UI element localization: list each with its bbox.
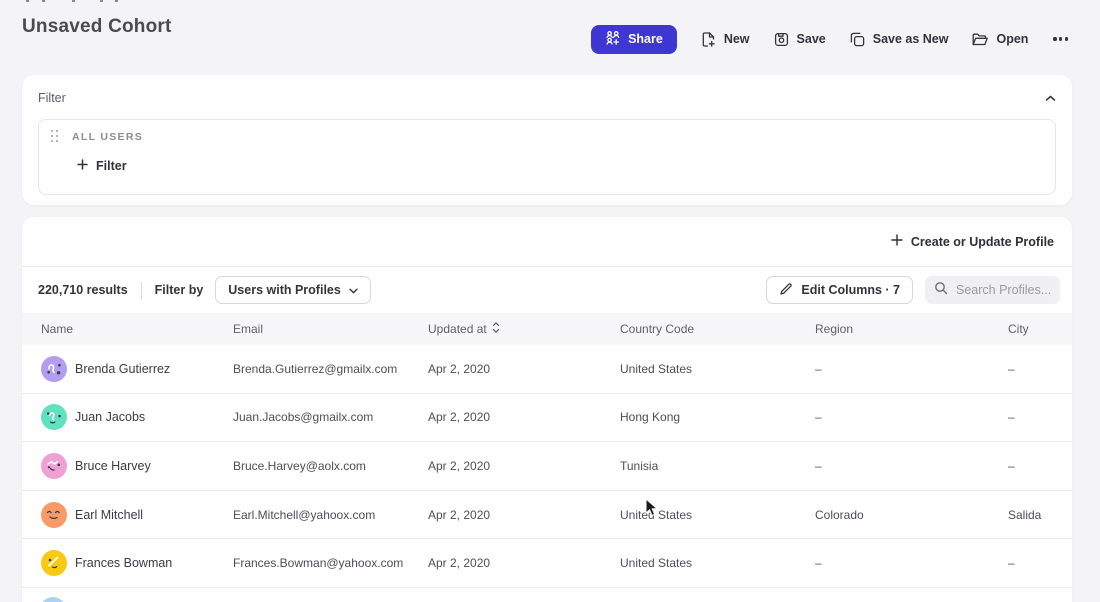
profile-city: – [1008,410,1072,424]
plus-icon [77,159,88,173]
profile-region: – [815,362,1008,376]
profiles-panel: Create or Update Profile 220,710 results… [22,217,1072,602]
profile-name: Brenda Gutierrez [75,362,170,376]
avatar [41,502,67,528]
profile-country: United States [620,508,815,522]
collapse-chevron-up-icon[interactable] [1045,89,1056,107]
avatar [40,597,66,602]
profile-email: Brenda.Gutierrez@gmailx.com [233,362,428,376]
edit-columns-label: Edit Columns · 7 [801,283,900,297]
plus-icon [891,234,903,249]
profile-email: Juan.Jacobs@gmailx.com [233,410,428,424]
save-as-new-button[interactable]: Save as New [849,31,949,48]
divider [141,282,142,299]
profile-city: Salida [1008,508,1072,522]
table-row[interactable]: Earl Mitchell Earl.Mitchell@yahoox.com A… [22,491,1072,540]
save-as-new-button-label: Save as New [873,32,949,46]
edit-columns-button[interactable]: Edit Columns · 7 [766,276,913,304]
profile-region: – [815,556,1008,570]
open-button-label: Open [996,32,1028,46]
open-folder-icon [971,31,989,48]
column-header-email[interactable]: Email [233,322,428,336]
pencil-icon [779,282,793,299]
avatar [41,453,67,479]
results-count: 220,710 results [38,283,128,297]
more-options-button[interactable] [1051,33,1070,44]
search-profiles-box[interactable] [925,276,1060,304]
avatar [41,550,67,576]
table-row[interactable]: Bruce Harvey Bruce.Harvey@aolx.com Apr 2… [22,442,1072,491]
search-profiles-input[interactable] [956,283,1051,297]
column-header-country-code[interactable]: Country Code [620,322,815,336]
profile-region: – [815,459,1008,473]
profile-email: Frances.Bowman@yahoox.com [233,556,428,570]
column-header-updated-at[interactable]: Updated at [428,322,620,336]
page-title: Unsaved Cohort [22,16,172,38]
chevron-down-icon [349,283,358,297]
profile-email: Bruce.Harvey@aolx.com [233,459,428,473]
all-users-label: ALL USERS [72,131,143,143]
drag-handle-icon[interactable] [51,130,59,143]
profile-country: Hong Kong [620,410,815,424]
profile-region: Colorado [815,508,1008,522]
filter-group: ALL USERS Filter [38,119,1056,195]
add-filter-button[interactable]: Filter [77,159,127,173]
filter-by-label: Filter by [155,283,204,297]
profile-updated-at: Apr 2, 2020 [428,508,620,522]
profile-email: Earl.Mitchell@yahoox.com [233,508,428,522]
profile-updated-at: Apr 2, 2020 [428,459,620,473]
column-header-city[interactable]: City [1008,322,1072,336]
profile-updated-at: Apr 2, 2020 [428,556,620,570]
table-row[interactable]: Brenda Gutierrez Brenda.Gutierrez@gmailx… [22,345,1072,394]
search-icon [934,281,948,300]
sort-icon[interactable] [492,322,500,336]
column-header-name[interactable]: Name [41,322,233,336]
new-file-icon [700,31,717,48]
create-or-update-profile-label: Create or Update Profile [911,235,1054,249]
profile-country: United States [620,362,815,376]
profile-country: Tunisia [620,459,815,473]
column-header-region[interactable]: Region [815,322,1008,336]
avatar [41,356,67,382]
share-button-label: Share [628,32,663,46]
profile-name: Earl Mitchell [75,508,143,522]
profile-updated-at: Apr 2, 2020 [428,362,620,376]
add-filter-label: Filter [96,159,127,173]
profile-region: – [815,410,1008,424]
share-users-icon [605,30,621,49]
profile-city: – [1008,459,1072,473]
toolbar: Share New Save Save as [591,24,1070,54]
table-row-partial[interactable] [22,588,1072,602]
save-button-label: Save [797,32,826,46]
profile-country: United States [620,556,815,570]
profile-city: – [1008,362,1072,376]
save-button[interactable]: Save [773,31,826,48]
table-row[interactable]: Juan Jacobs Juan.Jacobs@gmailx.com Apr 2… [22,394,1072,443]
filter-panel: Filter ALL USERS Filter [22,75,1072,205]
table-row[interactable]: Frances Bowman Frances.Bowman@yahoox.com… [22,539,1072,588]
new-button-label: New [724,32,750,46]
save-icon [773,31,790,48]
filter-panel-title: Filter [38,91,66,105]
users-with-profiles-value: Users with Profiles [228,283,341,297]
profile-city: – [1008,556,1072,570]
users-with-profiles-dropdown[interactable]: Users with Profiles [215,276,371,304]
profile-updated-at: Apr 2, 2020 [428,410,620,424]
profile-name: Frances Bowman [75,556,172,570]
new-button[interactable]: New [700,31,750,48]
create-or-update-profile-button[interactable]: Create or Update Profile [891,234,1054,249]
table-header-row: Name Email Updated at Country Code Regio… [22,313,1072,345]
open-button[interactable]: Open [971,31,1028,48]
avatar [41,404,67,430]
share-button[interactable]: Share [591,25,677,54]
profile-name: Juan Jacobs [75,410,145,424]
copy-icon [849,31,866,48]
profile-name: Bruce Harvey [75,459,151,473]
